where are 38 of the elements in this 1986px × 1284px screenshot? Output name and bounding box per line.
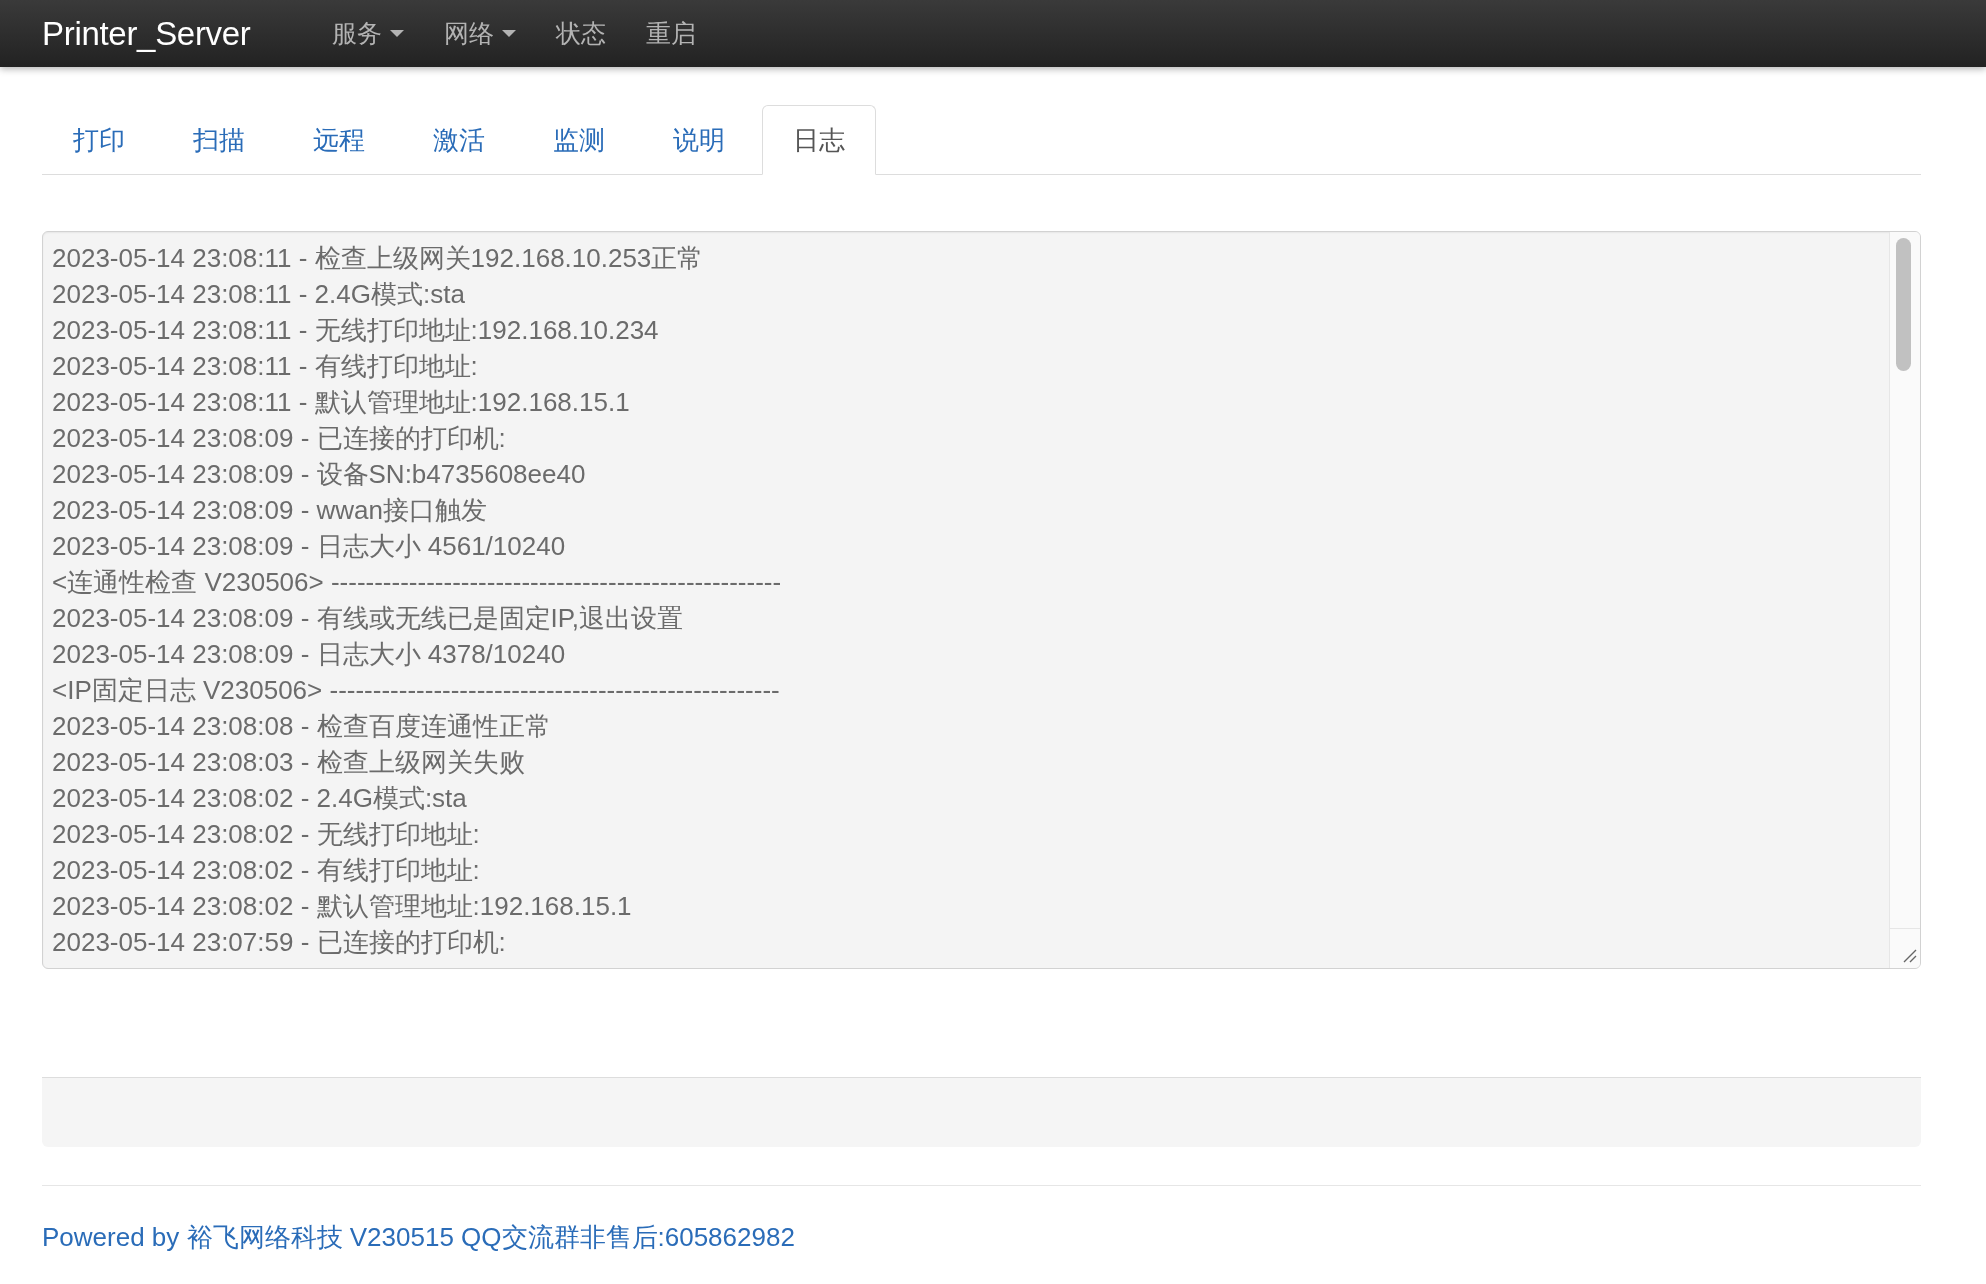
log-line: 2023-05-14 23:08:11 - 有线打印地址:	[52, 350, 479, 383]
tab[interactable]: 日志	[762, 105, 876, 175]
log-line: <IP固定日志 V230506> ----------------------------------------------------	[52, 674, 781, 707]
log-line: 2023-05-14 23:08:02 - 无线打印地址:	[52, 818, 481, 851]
log-line: 2023-05-14 23:08:09 - wwan接口触发	[52, 494, 488, 527]
log-line: <连通性检查 V230506> ----------------------------------------------------	[52, 566, 783, 599]
caret-icon	[390, 30, 404, 37]
log-line: 2023-05-14 23:08:09 - 日志大小 4561/10240	[52, 530, 567, 563]
tab[interactable]: 扫描	[162, 105, 276, 175]
log-line: 2023-05-14 23:07:59 - 已连接的打印机:	[52, 926, 507, 959]
tab[interactable]: 激活	[402, 105, 516, 175]
tab[interactable]: 远程	[282, 105, 396, 175]
log-line: 2023-05-14 23:08:03 - 检查上级网关失败	[52, 746, 526, 779]
nav-link[interactable]: 网络	[424, 0, 536, 67]
log-line: 2023-05-14 23:08:11 - 2.4G模式:sta	[52, 278, 466, 311]
log-line: 2023-05-14 23:08:11 - 检查上级网关192.168.10.253正常	[52, 242, 705, 275]
log-line: 2023-05-14 23:08:09 - 日志大小 4378/10240	[52, 638, 567, 671]
log-line: 2023-05-14 23:08:02 - 2.4G模式:sta	[52, 782, 468, 815]
log-line: 2023-05-14 23:08:09 - 已连接的打印机:	[52, 422, 507, 455]
tab[interactable]: 说明	[642, 105, 756, 175]
brand-link[interactable]: Printer_Server	[42, 13, 312, 54]
log-line: 2023-05-14 23:08:11 - 无线打印地址:192.168.10.234	[52, 314, 660, 347]
log-line: 2023-05-14 23:08:08 - 检查百度连通性正常	[52, 710, 552, 743]
tab[interactable]: 监测	[522, 105, 636, 175]
log-line: 2023-05-14 23:08:09 - 设备SN:b4735608ee40	[52, 458, 587, 491]
log-line: 2023-05-14 23:08:09 - 有线或无线已是固定IP,退出设置	[52, 602, 684, 635]
nav-link[interactable]: 服务	[312, 0, 424, 67]
log-line: 2023-05-14 23:08:11 - 默认管理地址:192.168.15.1	[52, 386, 631, 419]
log-line: 2023-05-14 23:08:02 - 默认管理地址:192.168.15.1	[52, 890, 633, 923]
nav-link[interactable]: 重启	[626, 0, 716, 67]
tab[interactable]: 打印	[42, 105, 156, 175]
nav-link[interactable]: 状态	[536, 0, 626, 67]
resize-grip-icon[interactable]	[1903, 949, 1917, 963]
log-textarea[interactable]	[42, 231, 1921, 969]
scrollbar-thumb[interactable]	[1896, 238, 1911, 371]
footer-link[interactable]: Powered by 裕飞网络科技 V230515 QQ交流群非售后:605862982	[42, 1222, 795, 1252]
caret-icon	[502, 30, 516, 37]
log-line: 2023-05-14 23:08:02 - 有线打印地址:	[52, 854, 481, 887]
